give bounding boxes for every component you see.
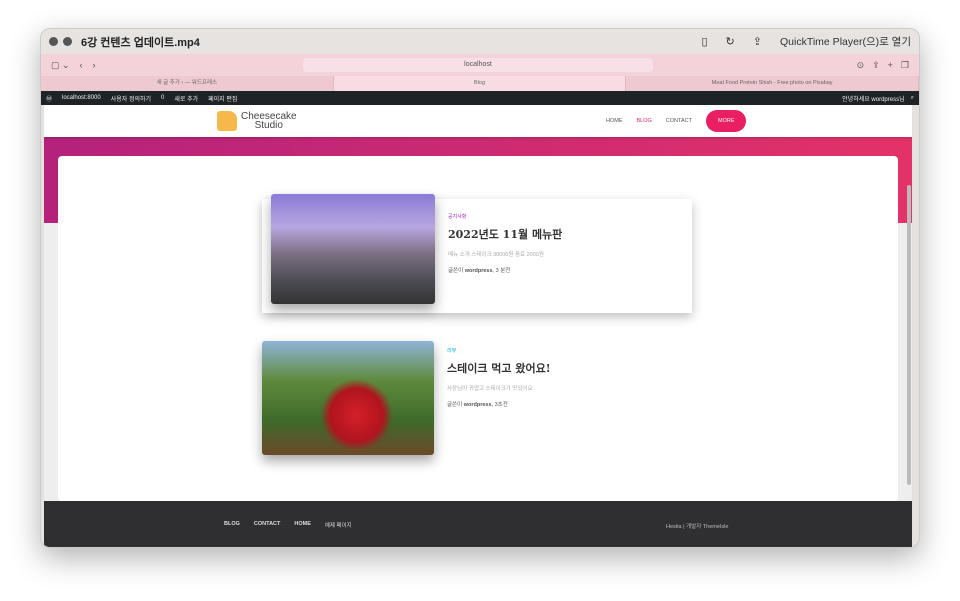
post-title[interactable]: 2022년도 11월 메뉴판 [448, 226, 562, 242]
open-with-quicktime-button[interactable]: QuickTime Player(으)로 열기 [780, 34, 911, 49]
post-image-cherries[interactable] [262, 341, 434, 455]
stop-icon[interactable] [63, 37, 72, 46]
title-bar: 6강 컨텐츠 업데이트.mp4 ▯ ↻ ⇪ QuickTime Player(으… [41, 29, 919, 54]
tab-pixabay[interactable]: Meat Food Protein Shish - Free photo on … [626, 76, 919, 91]
footer-contact[interactable]: CONTACT [254, 521, 280, 529]
search-icon[interactable]: ⌕ [911, 95, 914, 102]
quicktime-window: 6강 컨텐츠 업데이트.mp4 ▯ ↻ ⇪ QuickTime Player(으… [40, 28, 920, 548]
byline-label: 글쓴이 [448, 268, 464, 274]
more-button[interactable]: MORE [705, 110, 747, 132]
close-icon[interactable] [49, 37, 58, 46]
back-icon[interactable]: ‹ [80, 60, 83, 70]
rotate-icon[interactable]: ↻ [726, 35, 735, 48]
post-image-mountains[interactable] [271, 194, 435, 304]
wp-new-link[interactable]: 새로 추가 [174, 94, 198, 103]
site-logo[interactable]: Cheesecake Studio [217, 111, 297, 131]
post-author[interactable]: wordpress [465, 268, 493, 274]
post-category[interactable]: 공지사항 [448, 213, 562, 220]
new-tab-icon[interactable]: + [888, 60, 893, 71]
logo-line2: Studio [254, 120, 283, 131]
posts-card: 공지사항 2022년도 11월 메뉴판 메뉴 소개 스테이크 30000원 음료… [58, 156, 898, 501]
post-category[interactable]: 리뷰 [447, 347, 551, 354]
site-header: Cheesecake Studio HOME BLOG CONTACT MORE [44, 105, 912, 137]
byline-label: 글쓴이 [447, 402, 463, 408]
post-item: 공지사항 2022년도 11월 메뉴판 메뉴 소개 스테이크 30000원 음료… [262, 194, 692, 313]
cake-icon [217, 111, 237, 131]
wp-customize-link[interactable]: 사용자 정의하기 [111, 94, 151, 103]
post-excerpt: 메뉴 소개 스테이크 30000원 음료 2000원 [448, 252, 544, 258]
post-byline: 글쓴이 wordpress, 3 분전 [448, 266, 562, 274]
scrollbar[interactable] [907, 185, 911, 485]
footer-sample-page[interactable]: 예제 페이지 [325, 521, 352, 529]
post-title[interactable]: 스테이크 먹고 왔어요! [447, 360, 551, 376]
nav-contact[interactable]: CONTACT [666, 118, 692, 124]
footer-nav: BLOG CONTACT HOME 예제 페이지 [224, 521, 352, 529]
share-icon[interactable]: ⇪ [753, 35, 762, 48]
wordpress-icon[interactable]: Ⓦ [46, 94, 52, 103]
url-bar[interactable]: localhost [303, 58, 653, 72]
footer-credit: Hestia | 개발자 ThemeIsle [666, 524, 729, 530]
browser-toolbar: ▢ ⌄ ‹ › localhost ⊙ ⇪ + ❐ [41, 54, 919, 76]
tabs-overview-icon[interactable]: ❐ [901, 60, 909, 71]
nav-blog[interactable]: BLOG [637, 118, 652, 124]
post-author[interactable]: wordpress [464, 402, 492, 408]
site-footer: BLOG CONTACT HOME 예제 페이지 Hestia | 개발자 Th… [44, 501, 912, 547]
footer-home[interactable]: HOME [294, 521, 311, 529]
share-icon[interactable]: ⇪ [872, 60, 880, 71]
wp-comments-link[interactable]: 0 [161, 95, 164, 101]
post-time: , 3 분전 [492, 268, 511, 274]
main-nav: HOME BLOG CONTACT MORE [606, 110, 747, 132]
post-time: , 3초전 [491, 402, 508, 408]
wp-admin-bar: Ⓦ localhost:8000 사용자 정의하기 0 새로 추가 페이지 편집… [41, 91, 919, 105]
wp-site-link[interactable]: localhost:8000 [62, 95, 101, 101]
window-title: 6강 컨텐츠 업데이트.mp4 [81, 36, 200, 49]
tab-blog[interactable]: Blog [333, 76, 627, 91]
nav-home[interactable]: HOME [606, 118, 623, 124]
trim-icon[interactable]: ▯ [701, 35, 707, 48]
sidebar-icon[interactable]: ▢ ⌄ [51, 60, 70, 71]
footer-blog[interactable]: BLOG [224, 521, 240, 529]
forward-icon[interactable]: › [93, 60, 96, 70]
wp-edit-link[interactable]: 페이지 편집 [208, 94, 237, 103]
tab-bar: 새 글 추가 ‹ — 워드프레스 Blog Meat Food Protein … [41, 76, 919, 91]
wp-account[interactable]: 안녕하세요 wordpress님 [842, 94, 904, 103]
download-icon[interactable]: ⊙ [857, 60, 865, 71]
post-byline: 글쓴이 wordpress, 3초전 [447, 400, 551, 408]
post-excerpt: 사장님이 귀엽고 스테이크가 맛있어요 [447, 386, 533, 392]
post-item: 리뷰 스테이크 먹고 왔어요! 사장님이 귀엽고 스테이크가 맛있어요 글쓴이 … [262, 341, 692, 455]
web-page: Cheesecake Studio HOME BLOG CONTACT MORE … [44, 105, 912, 547]
tab-new-post[interactable]: 새 글 추가 ‹ — 워드프레스 [41, 76, 334, 91]
